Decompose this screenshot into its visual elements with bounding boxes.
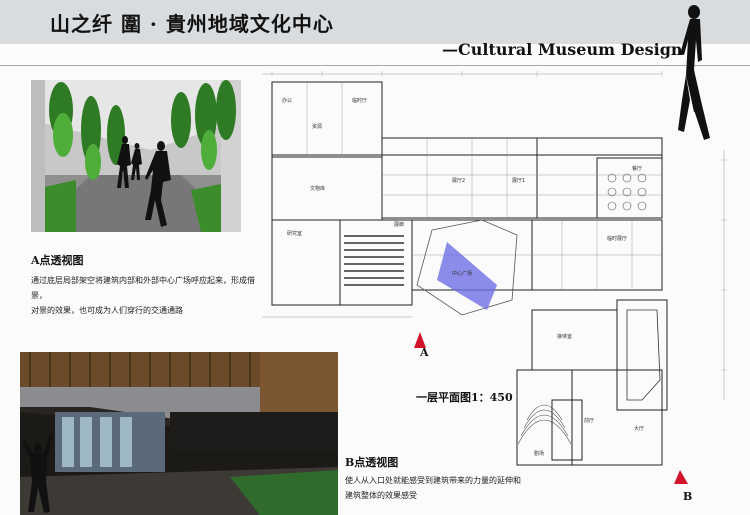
room-label: 前厅	[584, 417, 594, 424]
marker-b-arrow-icon	[674, 470, 688, 484]
room-label: 接待室	[557, 333, 572, 340]
room-label: 展厅1	[512, 178, 525, 184]
room-label: 中心广场	[452, 270, 472, 277]
page: 山之纤 圍 · 貴州地域文化中心 —Cultural Museum Design	[0, 0, 750, 515]
view-a-line-1: 通过底层局部架空将建筑内部和外部中心广场呼应起来，形成借景，	[31, 276, 255, 300]
room-label: 资源	[312, 123, 322, 130]
divider	[0, 65, 750, 66]
room-label: 大厅	[634, 425, 644, 432]
plan-title: 一层平面图1：450	[416, 391, 513, 404]
room-label: 临时展厅	[607, 235, 627, 242]
room-label: 文物库	[310, 185, 325, 192]
room-label: 展廊	[394, 221, 404, 228]
room-label: 剧场	[534, 450, 544, 457]
view-a-description: 通过底层局部架空将建筑内部和外部中心广场呼应起来，形成借景， 对景的效果，也可成…	[31, 273, 261, 318]
room-label: 研究室	[287, 230, 302, 237]
marker-b-label: B	[683, 490, 693, 503]
perspective-a-image	[31, 80, 241, 232]
page-title: 山之纤 圍 · 貴州地域文化中心	[50, 12, 334, 36]
marker-a-label: A	[420, 346, 429, 359]
view-a-line-2: 对景的效果，也可成为人们穿行的交通通路	[31, 306, 183, 315]
room-label: 餐厅	[632, 165, 642, 172]
floor-plan: 办公 临时厅 资源 文物库 展厅2 展厅1 餐厅 研究室 展廊 临时展厅 中心广…	[262, 71, 727, 484]
view-a-heading: A点透视图	[31, 254, 84, 267]
view-b-line-2: 建筑整体的效果感受	[345, 491, 417, 500]
page-subtitle: —Cultural Museum Design	[442, 40, 683, 59]
room-label: 展厅2	[452, 178, 465, 184]
room-label: 临时厅	[352, 97, 367, 104]
room-label: 办公	[282, 97, 292, 104]
